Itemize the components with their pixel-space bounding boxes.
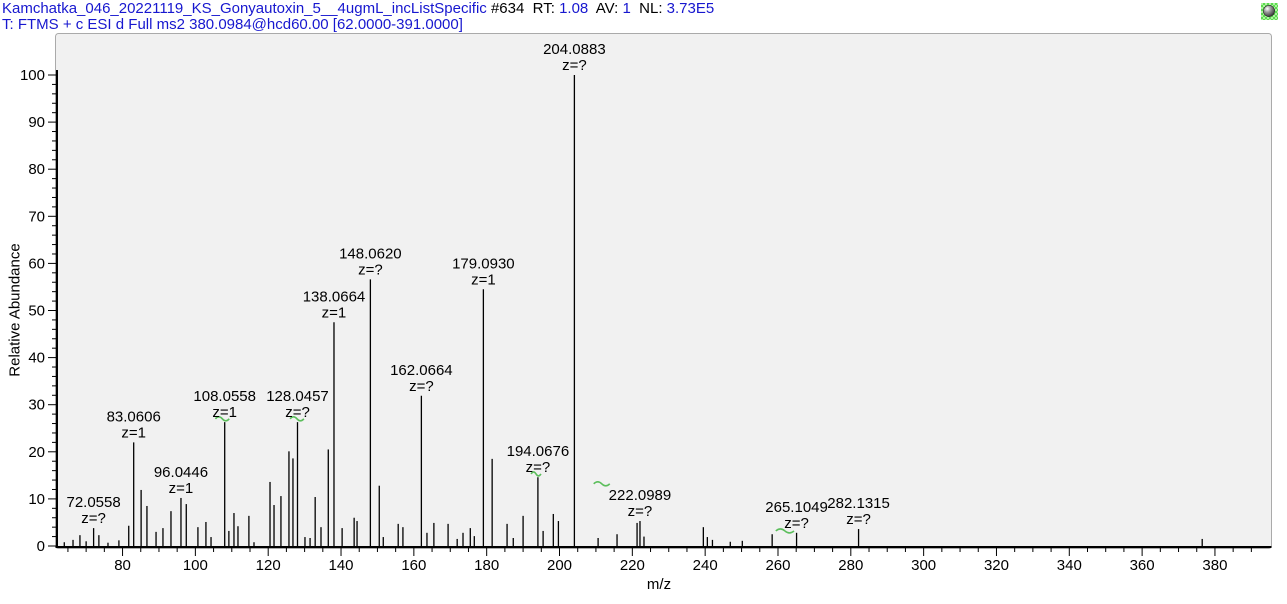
peak-charge-label: z=1 [322,304,347,321]
spectrum-plot[interactable]: 8010012014016018020022024026028030032034… [0,0,1287,604]
x-tick-label: 320 [984,557,1009,574]
peak-mass-label: 204.0883 [543,41,606,58]
x-tick-label: 80 [114,557,131,574]
x-tick-label: 160 [401,557,426,574]
x-tick-label: 180 [474,557,499,574]
y-tick-label: 30 [28,397,45,414]
y-tick-label: 70 [28,208,45,225]
peak-mass-label: 162.0664 [390,362,453,379]
peak-mass-label: 72.0558 [66,494,120,511]
peak-mass-label: 83.0606 [107,408,161,425]
y-tick-label: 20 [28,444,45,461]
peak-charge-label: z=? [358,261,383,278]
x-tick-label: 380 [1202,557,1227,574]
qualbrowser-spectrum-view: Kamchatka_046_20221119_KS_Gonyautoxin_5_… [0,0,1287,604]
peak-charge-label: z=? [526,459,551,476]
y-tick-label: 40 [28,350,45,367]
peak-mass-label: 138.0664 [303,288,366,305]
peak-charge-label: z=? [846,511,871,528]
y-tick-label: 100 [20,67,45,84]
plot-background [56,34,1272,549]
peak-charge-label: z=? [562,57,587,74]
peak-charge-label: z=1 [471,271,496,288]
x-tick-label: 200 [547,557,572,574]
peak-mass-label: 128.0457 [266,388,329,405]
x-tick-label: 240 [693,557,718,574]
y-tick-label: 0 [37,538,45,555]
peak-mass-label: 179.0930 [452,255,515,272]
peak-charge-label: z=? [784,515,809,532]
peak-mass-label: 108.0558 [193,388,256,405]
y-tick-label: 60 [28,255,45,272]
peak-mass-label: 265.1049 [765,499,828,516]
x-tick-label: 280 [838,557,863,574]
x-tick-label: 120 [256,557,281,574]
y-tick-label: 80 [28,161,45,178]
peak-mass-label: 148.0620 [339,245,402,262]
peak-mass-label: 96.0446 [154,464,208,481]
y-tick-label: 90 [28,114,45,131]
x-tick-label: 100 [183,557,208,574]
x-tick-label: 300 [911,557,936,574]
x-tick-label: 220 [620,557,645,574]
peak-mass-label: 194.0676 [507,443,570,460]
peak-charge-label: z=1 [212,404,237,421]
peak-charge-label: z=? [628,503,653,520]
peak-charge-label: z=1 [121,424,146,441]
peak-charge-label: z=? [285,404,310,421]
peak-charge-label: z=? [81,510,106,527]
x-tick-label: 140 [329,557,354,574]
peak-mass-label: 222.0989 [609,487,672,504]
y-tick-label: 50 [28,303,45,320]
x-tick-label: 360 [1130,557,1155,574]
x-tick-label: 260 [765,557,790,574]
y-tick-label: 10 [28,491,45,508]
peak-charge-label: z=? [409,378,434,395]
peak-mass-label: 282.1315 [827,495,890,512]
x-tick-label: 340 [1057,557,1082,574]
peak-charge-label: z=1 [169,480,194,497]
